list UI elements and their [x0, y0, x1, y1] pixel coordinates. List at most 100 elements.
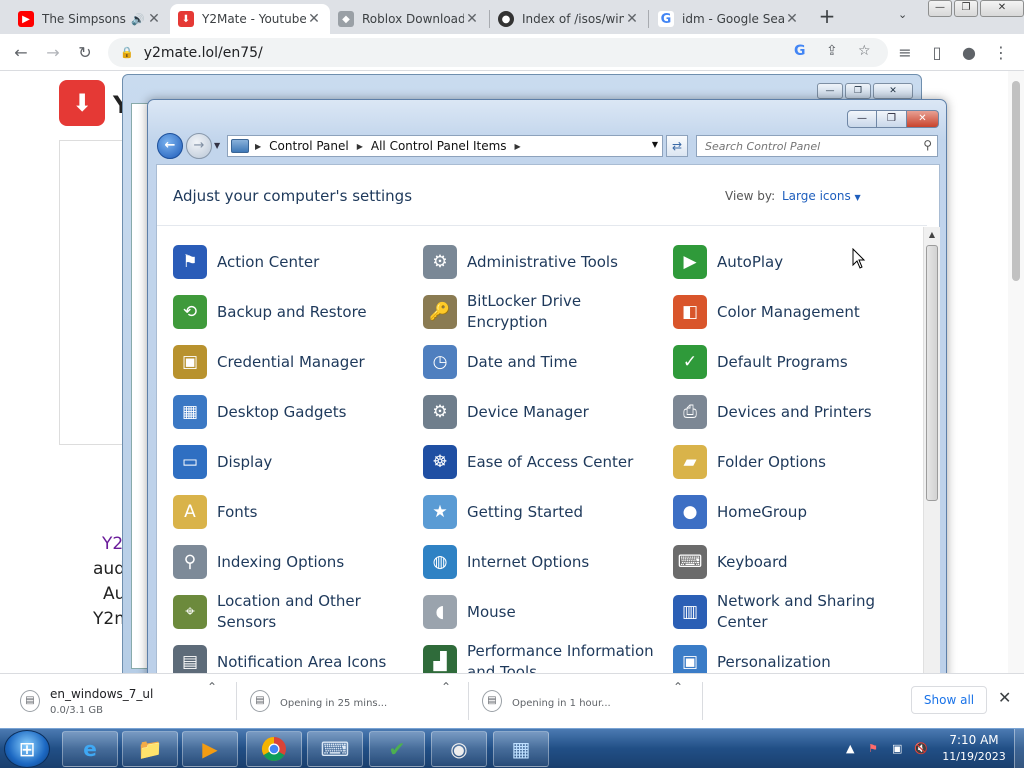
internet-explorer-icon[interactable]: e — [62, 731, 118, 767]
maximize-icon[interactable]: ❐ — [877, 110, 907, 128]
tab-close-icon[interactable]: ✕ — [306, 11, 322, 27]
lock-icon[interactable]: 🔒 — [120, 46, 134, 59]
search-input[interactable] — [697, 136, 913, 156]
speaker-icon[interactable]: 🔊 — [130, 13, 146, 26]
tab-close-icon[interactable]: ✕ — [464, 11, 480, 27]
scrollbar-thumb[interactable] — [1012, 81, 1020, 281]
cp-item-mouse[interactable]: ◖ Mouse — [423, 589, 663, 635]
cp-item-keyboard[interactable]: ⌨ Keyboard — [673, 539, 913, 585]
download-item[interactable]: ▤ en_windows_7_ul 0.0/3.1 GB — [20, 682, 210, 720]
close-icon[interactable]: ✕ — [998, 688, 1011, 707]
cp-item-autoplay[interactable]: ▶ AutoPlay — [673, 239, 913, 285]
cp-item-location-and-other-sensors[interactable]: ⌖ Location and Other Sensors — [173, 589, 413, 635]
search-icon[interactable]: ⚲ — [923, 138, 932, 152]
cp-item-administrative-tools[interactable]: ⚙ Administrative Tools — [423, 239, 663, 285]
breadcrumb-arrow-icon[interactable]: ▶ — [357, 142, 363, 151]
system-clock[interactable]: 7:10 AM 11/19/2023 — [936, 733, 1012, 763]
maximize-icon[interactable]: ❐ — [954, 0, 978, 17]
breadcrumb-all-items[interactable]: All Control Panel Items — [371, 139, 507, 153]
close-icon[interactable]: ✕ — [980, 0, 1024, 17]
on-screen-keyboard-icon[interactable]: ⌨ — [307, 731, 363, 767]
menu-kebab-icon[interactable]: ⋮ — [990, 42, 1012, 64]
tab-close-icon[interactable]: ✕ — [784, 11, 800, 27]
address-bar[interactable]: 🔒 y2mate.lol/en75/ G ⇪ ☆ — [108, 38, 888, 67]
tab-1[interactable]: ⬇ Y2Mate - Youtube ✕ — [170, 4, 330, 34]
back-icon[interactable]: ← — [157, 133, 183, 159]
cp-item-credential-manager[interactable]: ▣ Credential Manager — [173, 339, 413, 385]
media-controls-icon[interactable]: ≡ — [894, 42, 916, 64]
side-panel-icon[interactable]: ▯ — [926, 42, 948, 64]
volume-muted-icon[interactable]: 🔇 — [914, 742, 928, 755]
vertical-scrollbar[interactable]: ▲ ▼ — [923, 227, 940, 690]
profile-icon[interactable]: ● — [958, 42, 980, 64]
action-center-flag-icon[interactable]: ⚑ — [868, 742, 878, 755]
minimize-icon[interactable]: — — [847, 110, 877, 128]
cp-item-fonts[interactable]: A Fonts — [173, 489, 413, 535]
share-icon[interactable]: ⇪ — [826, 43, 838, 59]
page-scrollbar[interactable] — [1008, 71, 1024, 673]
cp-item-folder-options[interactable]: ▰ Folder Options — [673, 439, 913, 485]
cp-item-ease-of-access-center[interactable]: ☸ Ease of Access Center — [423, 439, 663, 485]
chevron-down-icon[interactable]: ⌄ — [898, 8, 907, 21]
cp-item-backup-and-restore[interactable]: ⟲ Backup and Restore — [173, 289, 413, 335]
breadcrumb-arrow-icon[interactable]: ▶ — [255, 142, 261, 151]
cp-item-action-center[interactable]: ⚑ Action Center — [173, 239, 413, 285]
bookmark-star-icon[interactable]: ☆ — [858, 43, 871, 59]
tab-close-icon[interactable]: ✕ — [624, 11, 640, 27]
cp-item-internet-options[interactable]: ◍ Internet Options — [423, 539, 663, 585]
reload-icon[interactable]: ↻ — [74, 42, 96, 64]
checkmark-app-icon[interactable]: ✔ — [369, 731, 425, 767]
cp-item-desktop-gadgets[interactable]: ▦ Desktop Gadgets — [173, 389, 413, 435]
cp-item-device-manager[interactable]: ⚙ Device Manager — [423, 389, 663, 435]
minimize-icon[interactable]: — — [817, 83, 843, 99]
tab-2[interactable]: ◆ Roblox Download ✕ — [330, 4, 488, 34]
cp-item-getting-started[interactable]: ★ Getting Started — [423, 489, 663, 535]
minimize-icon[interactable]: — — [928, 0, 952, 17]
google-lens-icon[interactable]: G — [794, 43, 806, 59]
tab-close-icon[interactable]: ✕ — [146, 11, 162, 27]
cp-item-network-and-sharing-center[interactable]: ▥ Network and Sharing Center — [673, 589, 913, 635]
close-icon[interactable]: ✕ — [873, 83, 913, 99]
scroll-up-icon[interactable]: ▲ — [924, 227, 940, 243]
cp-item-indexing-options[interactable]: ⚲ Indexing Options — [173, 539, 413, 585]
tab-0[interactable]: ▶ The Simpsons 🔊 ✕ — [10, 4, 170, 34]
download-item[interactable]: ▤ Opening in 25 mins... — [250, 682, 440, 720]
maximize-icon[interactable]: ❐ — [845, 83, 871, 99]
windows-start-icon[interactable]: ⊞ — [4, 730, 50, 768]
show-all-button[interactable]: Show all — [911, 686, 987, 714]
disc-app-icon[interactable]: ◉ — [431, 731, 487, 767]
show-desktop-button[interactable] — [1014, 729, 1024, 768]
address-breadcrumb[interactable]: ▶ Control Panel ▶ All Control Panel Item… — [227, 135, 663, 157]
view-by-dropdown[interactable]: Large icons ▼ — [782, 189, 861, 203]
download-item[interactable]: ▤ Opening in 1 hour... — [482, 682, 672, 720]
control-panel-taskbar-icon[interactable]: ▦ — [493, 731, 549, 767]
refresh-icon[interactable]: ⇄ — [666, 135, 688, 157]
breadcrumb-control-panel[interactable]: Control Panel — [269, 139, 349, 153]
show-hidden-icons-icon[interactable]: ▲ — [846, 742, 854, 755]
cp-item-default-programs[interactable]: ✓ Default Programs — [673, 339, 913, 385]
tab-3[interactable]: ● Index of /isos/win ✕ — [490, 4, 648, 34]
media-player-icon[interactable]: ▶ — [182, 731, 238, 767]
scrollbar-thumb[interactable] — [926, 245, 938, 501]
file-explorer-icon[interactable]: 📁 — [122, 731, 178, 767]
tab-4[interactable]: G idm - Google Sear ✕ — [650, 4, 808, 34]
close-icon[interactable]: ✕ — [907, 110, 939, 128]
download-options-icon[interactable]: ⌃ — [673, 680, 683, 694]
cp-item-devices-and-printers[interactable]: ⎙ Devices and Printers — [673, 389, 913, 435]
breadcrumb-arrow-icon[interactable]: ▶ — [515, 142, 521, 151]
cp-item-date-and-time[interactable]: ◷ Date and Time — [423, 339, 663, 385]
chrome-icon[interactable] — [246, 731, 302, 767]
download-options-icon[interactable]: ⌃ — [441, 680, 451, 694]
forward-icon[interactable]: → — [42, 42, 64, 64]
cp-item-bitlocker-drive-encryption[interactable]: 🔑 BitLocker Drive Encryption — [423, 289, 663, 335]
cp-item-display[interactable]: ▭ Display — [173, 439, 413, 485]
network-icon[interactable]: ▣ — [892, 742, 902, 755]
recent-pages-chevron-icon[interactable]: ▼ — [214, 141, 220, 150]
forward-icon[interactable]: → — [186, 133, 212, 159]
back-icon[interactable]: ← — [10, 42, 32, 64]
download-options-icon[interactable]: ⌃ — [207, 680, 217, 694]
cp-item-color-management[interactable]: ◧ Color Management — [673, 289, 913, 335]
cp-item-homegroup[interactable]: ● HomeGroup — [673, 489, 913, 535]
new-tab-icon[interactable]: + — [816, 6, 838, 28]
address-dropdown-icon[interactable]: ▼ — [652, 140, 658, 149]
